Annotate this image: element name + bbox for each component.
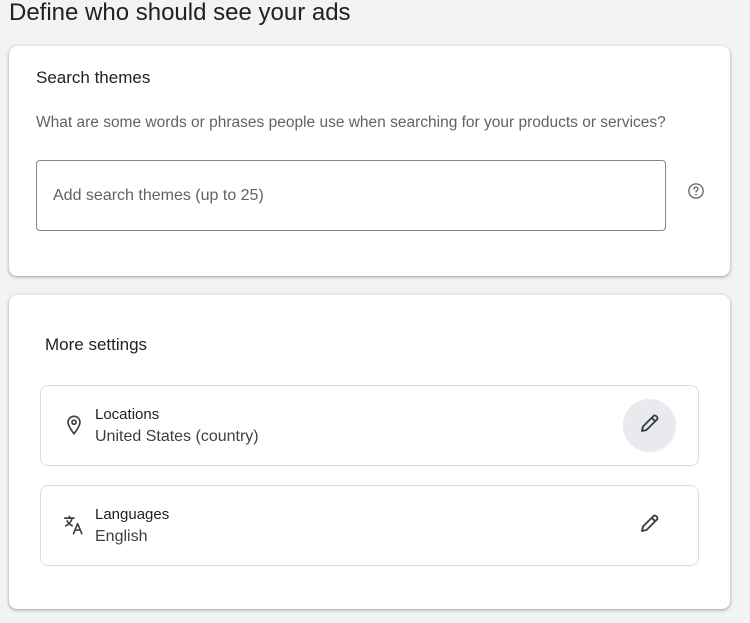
locations-setting-row[interactable]: Locations United States (country) xyxy=(40,385,699,466)
edit-locations-button[interactable] xyxy=(623,399,676,452)
location-pin-icon xyxy=(63,414,85,436)
search-themes-title: Search themes xyxy=(36,68,151,87)
pencil-icon xyxy=(638,511,662,540)
locations-value: United States (country) xyxy=(95,428,259,445)
help-circle-icon[interactable] xyxy=(687,182,705,200)
pencil-icon xyxy=(638,411,662,440)
more-settings-title: More settings xyxy=(45,335,148,354)
locations-label: Locations xyxy=(95,406,160,423)
page-title: Define who should see your ads xyxy=(9,0,351,26)
edit-languages-button[interactable] xyxy=(623,499,676,552)
languages-label: Languages xyxy=(95,506,170,523)
languages-value: English xyxy=(95,528,148,545)
more-settings-card: More settings Locations United States (c… xyxy=(9,295,730,609)
translate-icon xyxy=(63,514,85,536)
search-themes-card: Search themes What are some words or phr… xyxy=(9,46,730,276)
search-themes-description: What are some words or phrases people us… xyxy=(36,114,666,131)
search-themes-input[interactable] xyxy=(36,160,666,231)
languages-setting-row[interactable]: Languages English xyxy=(40,485,699,566)
